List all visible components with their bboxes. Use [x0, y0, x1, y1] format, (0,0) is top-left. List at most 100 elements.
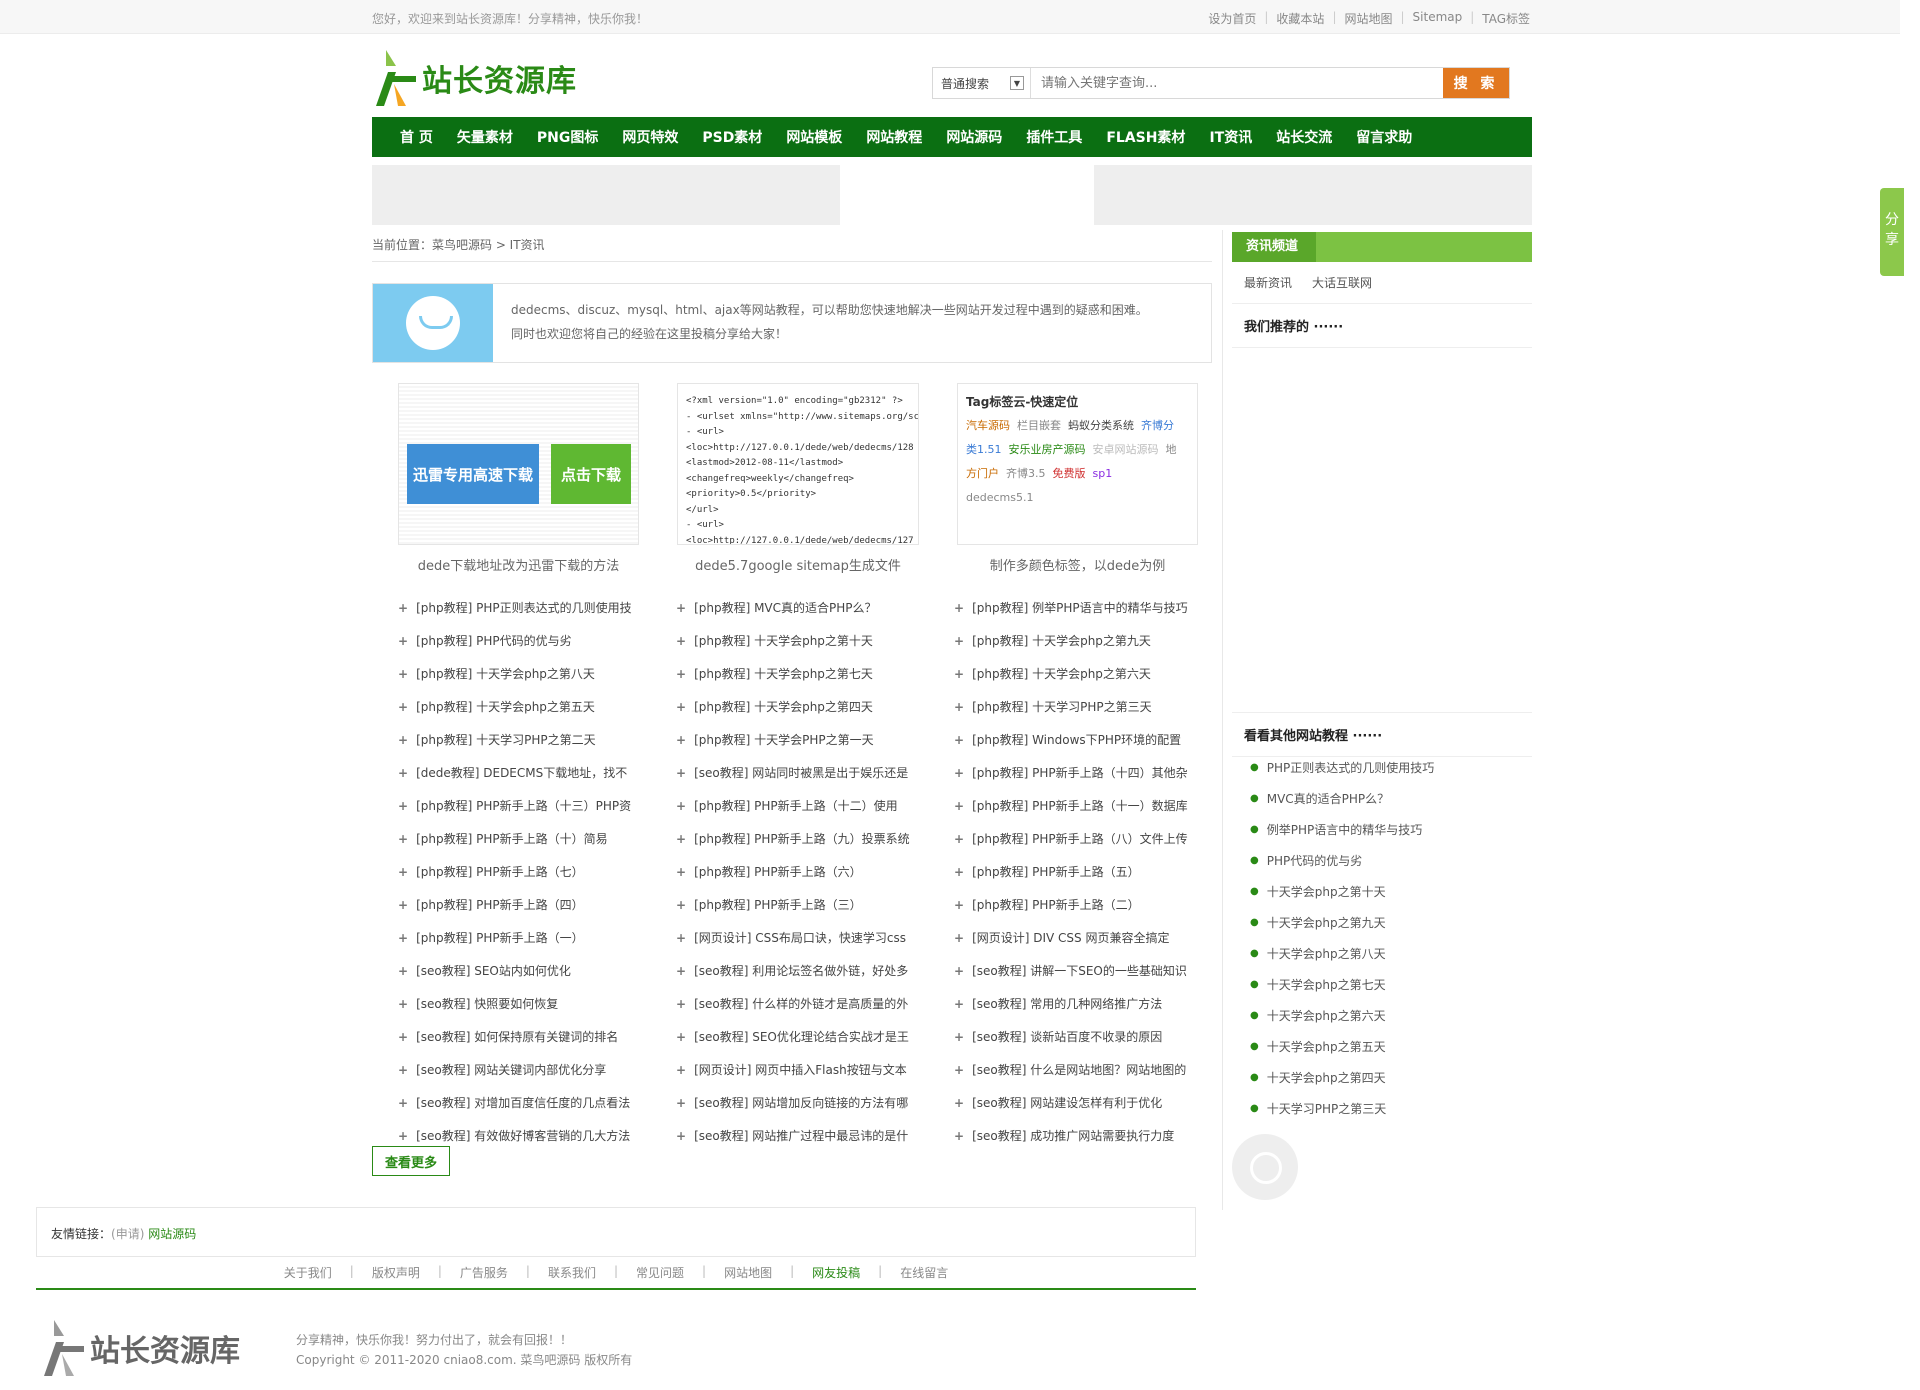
sidebar-list-label[interactable]: PHP正则表达式的几则使用技巧 — [1267, 759, 1435, 776]
list-item-title[interactable]: [php教程] 例举PHP语言中的精华与技巧 — [972, 599, 1188, 616]
list-item[interactable]: + [php教程] PHP新手上路（十）简易 — [398, 822, 676, 855]
list-item[interactable]: + [seo教程] 网站同时被黑是出于娱乐还是 — [676, 756, 954, 789]
nav-effects[interactable]: 网页特效 — [622, 127, 678, 147]
list-item-title[interactable]: [seo教程] 有效做好博客营销的几大方法 — [416, 1127, 630, 1144]
sidebar-list-item[interactable]: ● 十天学习PHP之第三天 — [1250, 1093, 1434, 1124]
nav-home[interactable]: 首 页 — [400, 127, 433, 147]
list-item-title[interactable]: [php教程] PHP新手上路（二） — [972, 896, 1140, 913]
list-item[interactable]: + [seo教程] 什么样的外链才是高质量的外 — [676, 987, 954, 1020]
list-item[interactable]: + [php教程] PHP新手上路（十一）数据库 — [954, 789, 1218, 822]
list-item[interactable]: + [seo教程] 快照要如何恢复 — [398, 987, 676, 1020]
search-button[interactable]: 搜 索 — [1443, 68, 1509, 98]
sidebar-list-item[interactable]: ● 十天学会php之第十天 — [1250, 876, 1434, 907]
list-item[interactable]: + [php教程] 例举PHP语言中的精华与技巧 — [954, 591, 1218, 624]
list-item[interactable]: + [php教程] PHP新手上路（二） — [954, 888, 1218, 921]
thumb-image[interactable]: Tag标签云-快速定位 汽车源码 栏目嵌套 蚂蚁分类系统 齐博分 类1.51 安… — [957, 383, 1198, 545]
list-item-title[interactable]: [php教程] PHP新手上路（七） — [416, 863, 584, 880]
list-item-title[interactable]: [php教程] 十天学会php之第五天 — [416, 698, 595, 715]
list-item[interactable]: + [seo教程] 什么是网站地图？网站地图的 — [954, 1053, 1218, 1086]
sidebar-list-item[interactable]: ● 十天学会php之第四天 — [1250, 1062, 1434, 1093]
list-item-title[interactable]: [php教程] PHP新手上路（十二）使用 — [694, 797, 898, 814]
list-item[interactable]: + [php教程] PHP新手上路（十三）PHP资 — [398, 789, 676, 822]
list-item-title[interactable]: [网页设计] CSS布局口诀，快速学习css — [694, 929, 906, 946]
nav-help[interactable]: 留言求助 — [1356, 127, 1412, 147]
footer-link[interactable]: 网友投稿 — [812, 1264, 860, 1288]
sidebar-list-label[interactable]: 十天学会php之第八天 — [1267, 945, 1386, 962]
list-item-title[interactable]: [seo教程] 网站建设怎样有利于优化 — [972, 1094, 1162, 1111]
thumb-image[interactable]: 迅雷专用高速下载 点击下载 — [398, 383, 639, 545]
list-item-title[interactable]: [php教程] PHP新手上路（四） — [416, 896, 584, 913]
list-item-title[interactable]: [php教程] 十天学会php之第六天 — [972, 665, 1151, 682]
footer-link[interactable]: 网站地图 — [724, 1264, 772, 1288]
list-item-title[interactable]: [php教程] 十天学会PHP之第一天 — [694, 731, 874, 748]
sidebar-list-item[interactable]: ● PHP代码的优与劣 — [1250, 845, 1434, 876]
list-item-title[interactable]: [seo教程] 谈新站百度不收录的原因 — [972, 1028, 1162, 1045]
list-item[interactable]: + [seo教程] 如何保持原有关键词的排名 — [398, 1020, 676, 1053]
sidebar-list-label[interactable]: 十天学会php之第四天 — [1267, 1069, 1386, 1086]
sidebar-list-item[interactable]: ● 十天学会php之第五天 — [1250, 1031, 1434, 1062]
list-item[interactable]: + [php教程] PHP新手上路（八）文件上传 — [954, 822, 1218, 855]
sidebar-list-label[interactable]: 十天学习PHP之第三天 — [1267, 1100, 1387, 1117]
sidebar-list-item[interactable]: ● 十天学会php之第七天 — [1250, 969, 1434, 1000]
list-item[interactable]: + [php教程] 十天学会php之第八天 — [398, 657, 676, 690]
sitemap-link[interactable]: Sitemap — [1413, 10, 1463, 27]
list-item-title[interactable]: [seo教程] 网站增加反向链接的方法有哪 — [694, 1094, 908, 1111]
list-item[interactable]: + [seo教程] 网站关键词内部优化分享 — [398, 1053, 676, 1086]
list-item[interactable]: + [php教程] 十天学会php之第十天 — [676, 624, 954, 657]
list-item[interactable]: + [php教程] Windows下PHP环境的配置 — [954, 723, 1218, 756]
footer-link[interactable]: 版权声明 — [372, 1264, 420, 1288]
thumb-card[interactable]: Tag标签云-快速定位 汽车源码 栏目嵌套 蚂蚁分类系统 齐博分 类1.51 安… — [957, 383, 1198, 574]
list-item[interactable]: + [php教程] PHP新手上路（四） — [398, 888, 676, 921]
sidebar-list-label[interactable]: 十天学会php之第七天 — [1267, 976, 1386, 993]
list-item-title[interactable]: [php教程] 十天学习PHP之第三天 — [972, 698, 1152, 715]
list-item-title[interactable]: [php教程] PHP新手上路（八）文件上传 — [972, 830, 1188, 847]
list-item-title[interactable]: [seo教程] 什么样的外链才是高质量的外 — [694, 995, 908, 1012]
list-item[interactable]: + [php教程] 十天学会php之第四天 — [676, 690, 954, 723]
list-item[interactable]: + [seo教程] 网站增加反向链接的方法有哪 — [676, 1086, 954, 1119]
list-item-title[interactable]: [php教程] PHP新手上路（十一）数据库 — [972, 797, 1188, 814]
list-item-title[interactable]: [seo教程] SEO站内如何优化 — [416, 962, 571, 979]
list-item[interactable]: + [php教程] PHP新手上路（十二）使用 — [676, 789, 954, 822]
apply-link[interactable]: (申请) — [111, 1227, 144, 1241]
nav-png[interactable]: PNG图标 — [537, 127, 598, 147]
list-item-title[interactable]: [seo教程] 什么是网站地图？网站地图的 — [972, 1061, 1186, 1078]
list-item-title[interactable]: [php教程] PHP新手上路（十四）其他杂 — [972, 764, 1188, 781]
bookmark-link[interactable]: 收藏本站 — [1276, 10, 1324, 27]
channel-tab[interactable]: 资讯频道 — [1232, 232, 1316, 262]
footer-link[interactable]: 在线留言 — [900, 1264, 948, 1288]
list-item-title[interactable]: [php教程] PHP新手上路（十三）PHP资 — [416, 797, 631, 814]
nav-it-news[interactable]: IT资讯 — [1209, 127, 1252, 147]
list-item-title[interactable]: [网页设计] DIV CSS 网页兼容全搞定 — [972, 929, 1169, 946]
sidebar-list-label[interactable]: 十天学会php之第五天 — [1267, 1038, 1386, 1055]
footer-link[interactable]: 常见问题 — [636, 1264, 684, 1288]
list-item-title[interactable]: [php教程] 十天学会php之第四天 — [694, 698, 873, 715]
list-item[interactable]: + [seo教程] 网站推广过程中最忌讳的是什 — [676, 1119, 954, 1152]
sidebar-list-item[interactable]: ● MVC真的适合PHP么？ — [1250, 783, 1434, 814]
site-logo[interactable]: 站长资源库 — [372, 46, 602, 110]
list-item[interactable]: + [php教程] PHP新手上路（五） — [954, 855, 1218, 888]
list-item[interactable]: + [php教程] PHP新手上路（十四）其他杂 — [954, 756, 1218, 789]
list-item-title[interactable]: [seo教程] 网站关键词内部优化分享 — [416, 1061, 606, 1078]
sidebar-list-item[interactable]: ● 例举PHP语言中的精华与技巧 — [1250, 814, 1434, 845]
list-item[interactable]: + [seo教程] 利用论坛签名做外链，好处多 — [676, 954, 954, 987]
ad-banner-left[interactable] — [372, 165, 840, 225]
list-item-title[interactable]: [seo教程] 快照要如何恢复 — [416, 995, 558, 1012]
sidebar-list-item[interactable]: ● PHP正则表达式的几则使用技巧 — [1250, 752, 1434, 783]
list-item[interactable]: + [php教程] 十天学会php之第五天 — [398, 690, 676, 723]
nav-tutorials[interactable]: 网站教程 — [866, 127, 922, 147]
ad-banner-right[interactable] — [1094, 165, 1532, 225]
list-item[interactable]: + [php教程] PHP新手上路（六） — [676, 855, 954, 888]
list-item[interactable]: + [网页设计] CSS布局口诀，快速学习css — [676, 921, 954, 954]
list-item-title[interactable]: [seo教程] 讲解一下SEO的一些基础知识 — [972, 962, 1187, 979]
list-item-title[interactable]: [网页设计] 网页中插入Flash按钮与文本 — [694, 1061, 907, 1078]
list-item[interactable]: + [php教程] PHP正则表达式的几则使用技 — [398, 591, 676, 624]
sidebar-list-label[interactable]: 十天学会php之第十天 — [1267, 883, 1386, 900]
list-item-title[interactable]: [php教程] MVC真的适合PHP么？ — [694, 599, 876, 616]
subnav-latest[interactable]: 最新资讯 — [1244, 274, 1292, 291]
list-item-title[interactable]: [seo教程] 网站同时被黑是出于娱乐还是 — [694, 764, 908, 781]
list-item[interactable]: + [php教程] MVC真的适合PHP么？ — [676, 591, 954, 624]
list-item[interactable]: + [seo教程] 成功推广网站需要执行力度 — [954, 1119, 1218, 1152]
thumb-card[interactable]: <?xml version="1.0" encoding="gb2312" ?>… — [677, 383, 919, 574]
nav-source[interactable]: 网站源码 — [946, 127, 1002, 147]
set-homepage-link[interactable]: 设为首页 — [1208, 10, 1256, 27]
